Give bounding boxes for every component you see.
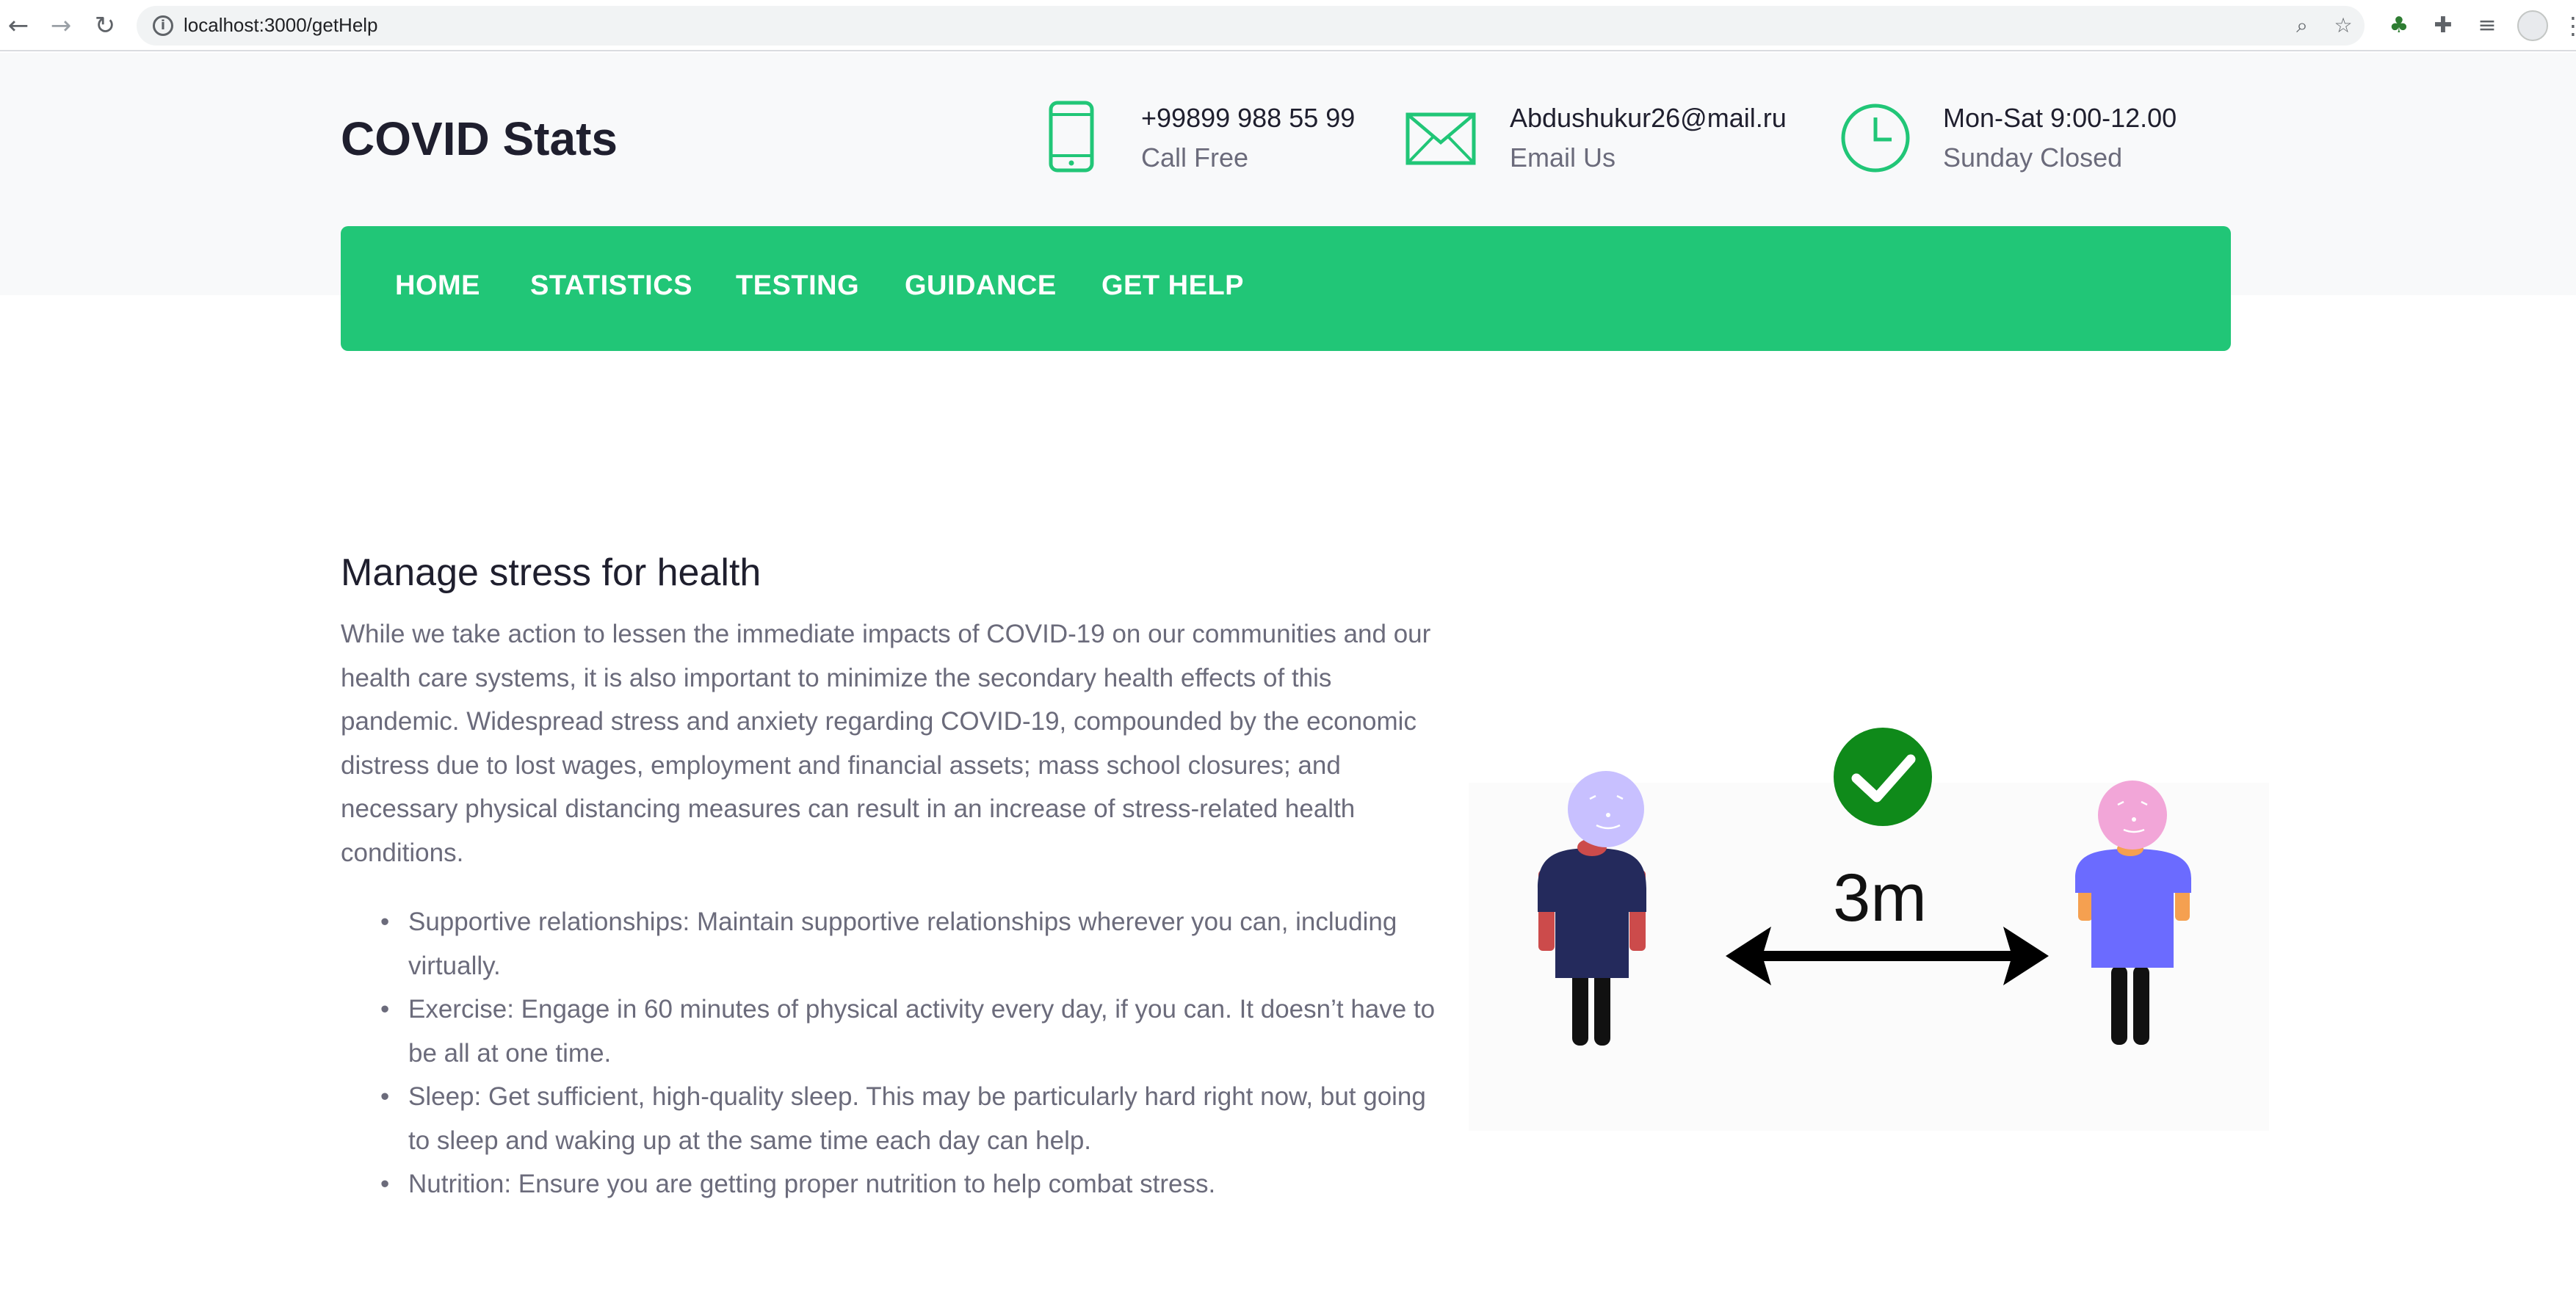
- clock-icon: [1841, 104, 1910, 173]
- main-navbar: HOME STATISTICS TESTING GUIDANCE GET HEL…: [341, 226, 2231, 351]
- zoom-icon[interactable]: ⌕: [2291, 15, 2313, 37]
- list-item: Sleep: Get sufficient, high-quality slee…: [341, 1075, 1442, 1162]
- list-item: Supportive relationships: Maintain suppo…: [341, 900, 1442, 988]
- distance-label: 3m: [1833, 861, 1927, 935]
- browser-toolbar: ← → ↻ i localhost:3000/getHelp ⌕ ☆ ♣ ✚ ≡…: [0, 0, 2576, 51]
- check-badge-icon: [1834, 728, 1932, 826]
- bookmark-star-icon[interactable]: ☆: [2332, 15, 2354, 37]
- nav-guidance[interactable]: GUIDANCE: [905, 270, 1057, 302]
- email-address[interactable]: Abdushukur26@mail.ru: [1510, 103, 1787, 134]
- site-logo[interactable]: COVID Stats: [341, 112, 618, 166]
- nav-home[interactable]: HOME: [395, 270, 480, 302]
- extensions-puzzle-icon[interactable]: ✚: [2431, 13, 2456, 38]
- reload-icon[interactable]: ↻: [91, 12, 119, 40]
- section-heading: Manage stress for health: [341, 551, 761, 594]
- address-bar[interactable]: i localhost:3000/getHelp ⌕ ☆: [137, 6, 2365, 46]
- contact-email: Abdushukur26@mail.ru Email Us: [1405, 100, 1817, 188]
- back-arrow-icon[interactable]: ←: [4, 12, 32, 40]
- nav-testing[interactable]: TESTING: [736, 270, 859, 302]
- phone-number[interactable]: +99899 988 55 99: [1141, 103, 1355, 134]
- email-caption: Email Us: [1510, 142, 1616, 173]
- social-distancing-illustration: 3m: [1469, 728, 2269, 1131]
- closed-days: Sunday Closed: [1943, 142, 2123, 173]
- opening-hours: Mon-Sat 9:00-12.00: [1943, 103, 2177, 133]
- envelope-icon: [1405, 112, 1476, 165]
- intro-paragraph: While we take action to lessen the immed…: [341, 620, 1431, 867]
- contact-phone: +99899 988 55 99 Call Free: [1047, 100, 1392, 188]
- forward-arrow-icon[interactable]: →: [47, 12, 75, 40]
- contact-hours: Mon-Sat 9:00-12.00 Sunday Closed: [1839, 100, 2221, 188]
- list-item: Exercise: Engage in 60 minutes of physic…: [341, 988, 1442, 1075]
- extension-tree-icon[interactable]: ♣: [2387, 13, 2412, 38]
- list-item: Nutrition: Ensure you are getting proper…: [341, 1162, 1442, 1206]
- phone-icon: [1049, 101, 1094, 173]
- site-info-icon[interactable]: i: [153, 15, 173, 36]
- nav-get-help[interactable]: GET HELP: [1101, 270, 1244, 302]
- address-bar-url: localhost:3000/getHelp: [184, 14, 378, 36]
- stress-tips-list: Supportive relationships: Maintain suppo…: [341, 900, 1442, 1206]
- profile-avatar-icon[interactable]: [2517, 10, 2548, 41]
- reading-list-icon[interactable]: ≡: [2475, 13, 2500, 38]
- phone-caption: Call Free: [1141, 142, 1249, 173]
- nav-statistics[interactable]: STATISTICS: [530, 270, 692, 302]
- browser-menu-icon[interactable]: ⋮: [2561, 10, 2576, 41]
